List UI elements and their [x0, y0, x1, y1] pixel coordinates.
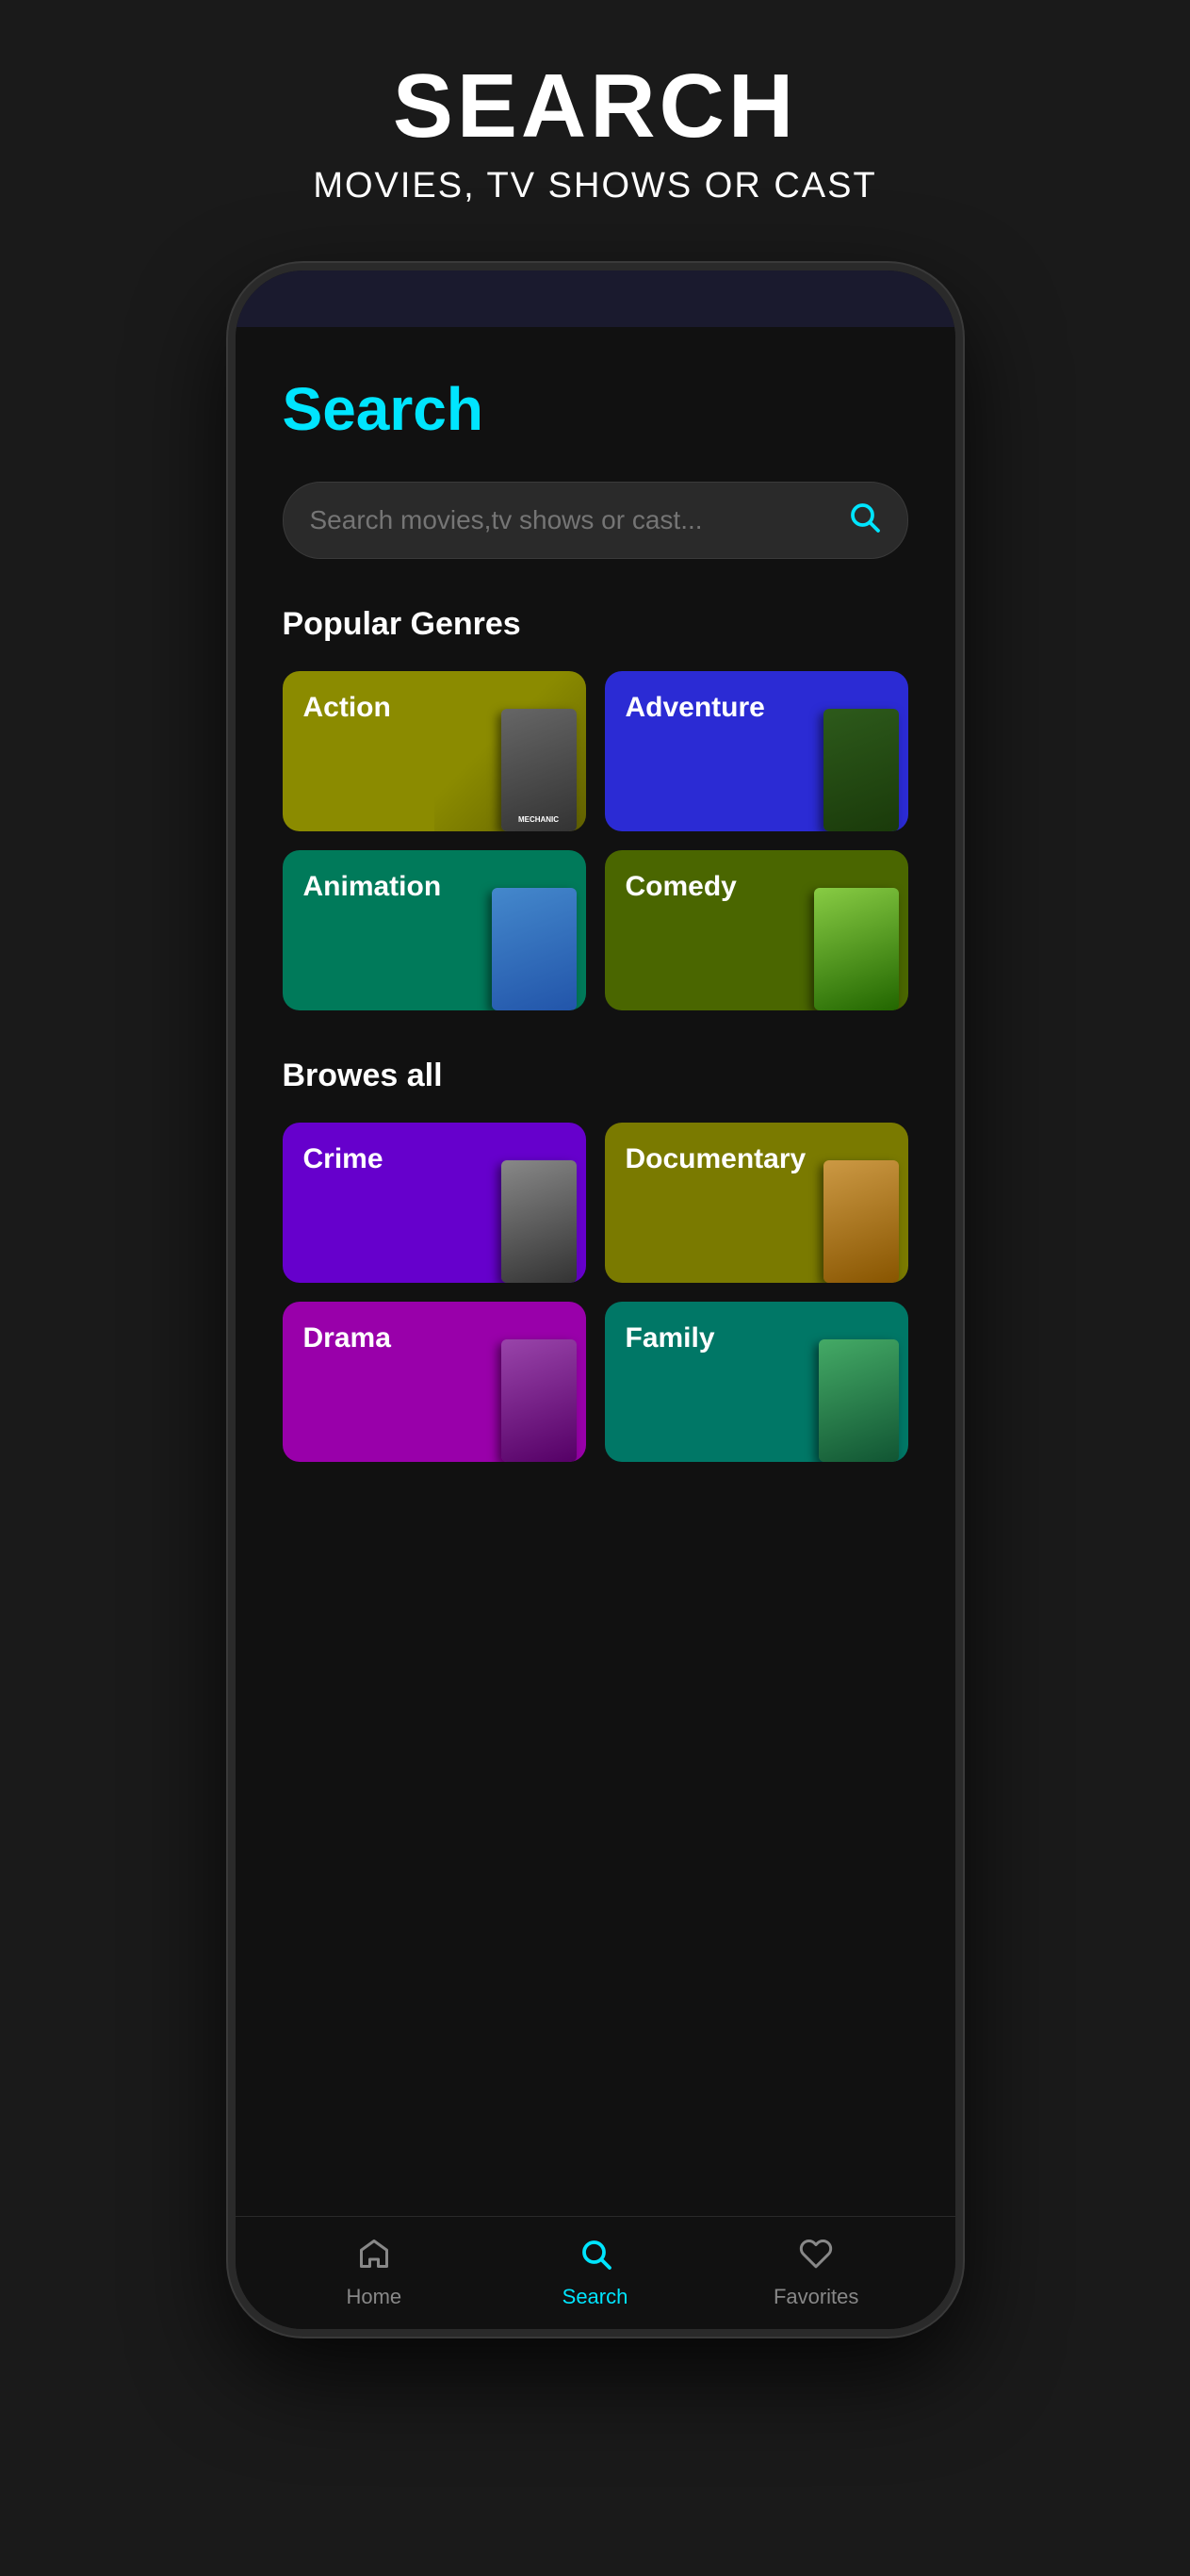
search-bar-container[interactable] [283, 482, 908, 559]
genre-poster-drama [434, 1302, 586, 1462]
genre-label-family: Family [626, 1322, 715, 1354]
phone-screen: Search Popular Genres Action [236, 327, 955, 2212]
genre-card-comedy[interactable]: Comedy [605, 850, 908, 1010]
bottom-nav: Home Search Favorites [236, 2216, 955, 2329]
browse-all-grid: Crime Documentary Drama [283, 1123, 908, 1462]
favorites-icon [799, 2237, 833, 2279]
genre-poster-animation [434, 850, 586, 1010]
poster-peaky-blinders [501, 1160, 577, 1283]
popular-genres-label: Popular Genres [283, 606, 908, 643]
main-title: SEARCH [38, 57, 1152, 156]
browse-all-label: Browes all [283, 1058, 908, 1094]
nav-label-favorites: Favorites [774, 2285, 858, 2309]
poster-jungle [823, 709, 899, 831]
genre-poster-action [434, 671, 586, 831]
poster-social-network [823, 1160, 899, 1283]
genre-card-action[interactable]: Action [283, 671, 586, 831]
genre-poster-comedy [757, 850, 908, 1010]
status-bar [236, 271, 955, 327]
main-subtitle: MOVIES, TV SHOWS OR CAST [38, 166, 1152, 206]
genre-card-family[interactable]: Family [605, 1302, 908, 1462]
nav-label-home: Home [346, 2285, 401, 2309]
search-submit-button[interactable] [847, 500, 881, 541]
genre-label-documentary: Documentary [626, 1143, 807, 1175]
nav-item-home[interactable]: Home [264, 2237, 485, 2309]
genre-poster-adventure [757, 671, 908, 831]
genre-label-animation: Animation [303, 871, 442, 903]
phone-mockup: Search Popular Genres Action [228, 263, 963, 2337]
top-header: SEARCH MOVIES, TV SHOWS OR CAST [0, 0, 1190, 244]
genre-card-drama[interactable]: Drama [283, 1302, 586, 1462]
search-icon [847, 500, 881, 533]
poster-mechanic [501, 709, 577, 831]
search-input[interactable] [310, 505, 847, 535]
poster-malcolm-middle [819, 1339, 899, 1462]
genre-label-crime: Crime [303, 1143, 383, 1175]
search-nav-icon [579, 2237, 612, 2279]
genre-card-crime[interactable]: Crime [283, 1123, 586, 1283]
genre-label-action: Action [303, 692, 391, 724]
genre-card-animation[interactable]: Animation [283, 850, 586, 1010]
genre-label-comedy: Comedy [626, 871, 737, 903]
nav-item-search[interactable]: Search [484, 2237, 706, 2309]
poster-cinderella [492, 888, 577, 1010]
home-icon [357, 2237, 391, 2279]
genre-card-adventure[interactable]: Adventure [605, 671, 908, 831]
genre-poster-crime [434, 1123, 586, 1283]
poster-ricknmorty [814, 888, 899, 1010]
page-title: Search [283, 374, 908, 444]
popular-genres-grid: Action Adventure Animation [283, 671, 908, 1010]
poster-drama-show [501, 1339, 577, 1462]
nav-label-search: Search [562, 2285, 628, 2309]
genre-card-documentary[interactable]: Documentary [605, 1123, 908, 1283]
genre-poster-family [757, 1302, 908, 1462]
genre-label-drama: Drama [303, 1322, 391, 1354]
genre-label-adventure: Adventure [626, 692, 765, 724]
nav-item-favorites[interactable]: Favorites [706, 2237, 927, 2309]
